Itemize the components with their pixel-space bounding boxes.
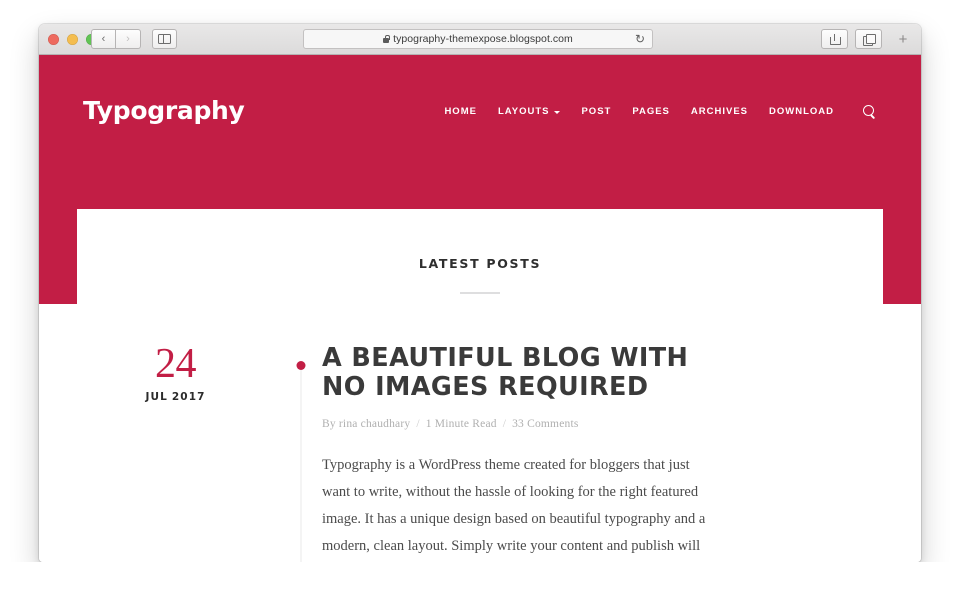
nav-item-post[interactable]: POST <box>581 106 611 117</box>
sidebar-icon <box>158 34 171 44</box>
post-author[interactable]: By rina chaudhary <box>322 418 410 430</box>
post-excerpt: Typography is a WordPress theme created … <box>322 457 706 555</box>
post-date-day: 24 <box>155 340 197 387</box>
content-card: LATEST POSTS 24 JUL 2017 A BEAUTIFUL BLOG… <box>77 209 883 562</box>
nav-item-layouts[interactable]: LAYOUTS <box>498 106 561 117</box>
url-text: typography-themexpose.blogspot.com <box>393 33 573 45</box>
nav-item-label: HOME <box>444 106 477 117</box>
sidebar-toggle-button[interactable] <box>152 29 177 49</box>
post-entry: 24 JUL 2017 A BEAUTIFUL BLOG WITH NO IMAG… <box>77 342 883 563</box>
post-date-year: 2017 <box>171 391 206 404</box>
close-window-button[interactable] <box>48 34 59 45</box>
window-controls <box>48 34 97 45</box>
forward-button[interactable]: › <box>116 29 141 49</box>
site-logo[interactable]: Typography <box>83 96 245 125</box>
meta-separator: / <box>416 418 420 431</box>
page-viewport: Typography HOME LAYOUTS POST PAGES ARCHI… <box>39 55 921 562</box>
toolbar-right-actions <box>821 29 882 49</box>
post-date-month: JUL <box>145 391 168 404</box>
post-read-time: 1 Minute Read <box>425 418 497 431</box>
search-button[interactable] <box>860 103 878 121</box>
chevron-right-icon: › <box>126 32 130 45</box>
nav-item-label: DOWNLOAD <box>769 106 834 117</box>
reload-icon[interactable]: ↻ <box>635 33 645 46</box>
nav-item-label: ARCHIVES <box>690 106 748 117</box>
address-bar[interactable]: typography-themexpose.blogspot.com ↻ <box>303 29 653 49</box>
post-date: 24 JUL 2017 <box>87 342 280 563</box>
browser-window: ‹ › typography-themexpose.blogspot.com ↻… <box>39 24 921 562</box>
timeline-dot-icon <box>296 360 306 370</box>
post-timeline <box>280 342 322 562</box>
search-icon <box>862 105 876 118</box>
nav-item-label: POST <box>581 106 612 117</box>
post-date-month-year: JUL 2017 <box>87 391 264 403</box>
nav-item-archives[interactable]: ARCHIVES <box>691 106 748 117</box>
lock-icon <box>383 35 390 43</box>
nav-item-home[interactable]: HOME <box>444 106 477 117</box>
post-title[interactable]: A BEAUTIFUL BLOG WITH NO IMAGES REQUIRED <box>322 343 702 404</box>
new-tab-button[interactable]: + <box>893 29 913 49</box>
nav-item-download[interactable]: DOWNLOAD <box>769 106 834 117</box>
minimize-window-button[interactable] <box>67 34 78 45</box>
post-comments-count[interactable]: 33 Comments <box>512 418 578 430</box>
plus-icon: + <box>898 30 908 48</box>
post-body: A BEAUTIFUL BLOG WITH NO IMAGES REQUIRED… <box>322 342 883 563</box>
nav-item-label: LAYOUTS <box>497 106 550 117</box>
timeline-line <box>300 369 302 562</box>
nav-item-pages[interactable]: PAGES <box>632 106 670 117</box>
share-button[interactable] <box>821 29 848 49</box>
navigation-buttons: ‹ › <box>91 29 177 49</box>
chevron-down-icon <box>554 110 561 114</box>
meta-separator: / <box>502 418 507 431</box>
share-icon <box>830 33 841 45</box>
tabs-overview-button[interactable] <box>855 29 882 49</box>
post-meta: By rina chaudhary / 1 Minute Read / 33 Comme… <box>322 418 843 430</box>
desk-background <box>0 562 960 613</box>
nav-item-label: PAGES <box>632 106 670 117</box>
section-title: LATEST POSTS <box>418 256 542 271</box>
section-divider <box>460 292 500 294</box>
chevron-left-icon: ‹ <box>101 32 106 45</box>
main-navigation: HOME LAYOUTS POST PAGES ARCHIVES DOWNLOA… <box>444 103 878 121</box>
back-button[interactable]: ‹ <box>91 29 116 49</box>
tabs-overview-icon <box>863 34 876 46</box>
browser-toolbar: ‹ › typography-themexpose.blogspot.com ↻… <box>39 24 921 55</box>
site-header: Typography HOME LAYOUTS POST PAGES ARCHI… <box>39 55 921 160</box>
